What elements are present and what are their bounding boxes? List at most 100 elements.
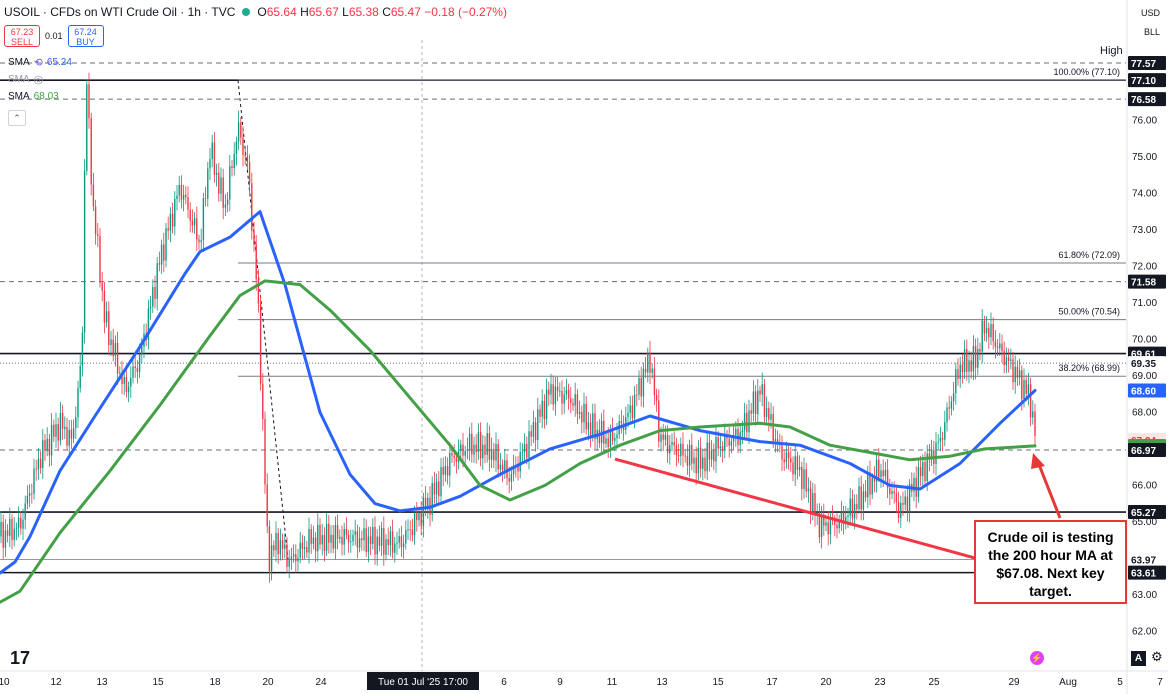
unit-label[interactable]: BLL (1144, 27, 1160, 37)
candle-body (651, 368, 653, 373)
candle-body (977, 348, 979, 368)
candle-body (325, 523, 328, 552)
candle-body (90, 118, 92, 185)
candle-body (402, 543, 405, 548)
y-tick-label: 68.00 (1132, 407, 1157, 418)
candle-body (400, 536, 403, 548)
candle-body (666, 434, 669, 454)
candle-body (554, 386, 557, 405)
auto-scale-button[interactable]: A (1131, 651, 1146, 666)
candle-body (528, 431, 530, 458)
candle-body (792, 462, 794, 475)
candle-body (963, 349, 966, 372)
indicator-sma-1[interactable]: SMA ⟲ 65.24 (8, 56, 72, 69)
candle-body (658, 400, 660, 442)
candle-body (242, 137, 244, 155)
candle-body (321, 535, 323, 545)
candle-body (941, 438, 944, 440)
candle-body (103, 290, 106, 323)
candle-body (482, 444, 484, 459)
candle-body (123, 376, 125, 384)
candle-body (189, 209, 191, 221)
candle-body (154, 286, 156, 299)
candle-body (570, 398, 572, 404)
candle-body (310, 529, 312, 544)
candle-body (763, 384, 766, 417)
price-tag-label: 69.35 (1131, 359, 1156, 370)
candle-body (633, 394, 636, 418)
y-tick-label: 62.00 (1132, 626, 1157, 637)
indicator-sma-3[interactable]: SMA 68.03 (8, 91, 59, 102)
candle-body (209, 159, 211, 169)
candle-body (653, 368, 656, 396)
candle-body (431, 482, 433, 515)
candle-body (48, 438, 51, 456)
candle-body (897, 502, 900, 518)
candle-body (275, 533, 277, 551)
spark-icon[interactable]: ⚡ (1030, 651, 1044, 665)
candle-body (662, 434, 664, 440)
candle-body (715, 437, 717, 462)
candle-body (1034, 411, 1036, 437)
currency-label[interactable]: USD (1141, 8, 1160, 18)
candle-body (484, 444, 486, 455)
candle-body (215, 172, 218, 175)
candle-body (125, 376, 128, 393)
candle-body (229, 166, 231, 200)
candle-body (996, 346, 999, 349)
candle-body (1014, 366, 1016, 383)
x-tick-label: 13 (96, 677, 108, 688)
candle-body (231, 166, 233, 168)
candle-body (990, 324, 992, 338)
candle-body (917, 467, 920, 497)
candle-body (765, 408, 768, 417)
candle-body (475, 444, 477, 452)
candle-body (501, 464, 504, 471)
indicator-sma-2[interactable]: SMA ◎ (8, 73, 43, 86)
candle-body (759, 390, 761, 395)
candle-body (385, 539, 387, 555)
collapse-indicators-chevron-icon[interactable]: ⌃ (8, 110, 26, 126)
candle-body (774, 439, 777, 441)
candle-body (0, 522, 2, 537)
candle-body (130, 377, 132, 387)
candle-body (374, 526, 376, 555)
candle-body (136, 368, 139, 373)
high-label: High (1100, 45, 1123, 57)
market-status-icon (242, 8, 251, 16)
candle-body (391, 531, 394, 553)
candle-body (301, 542, 304, 549)
candle-body (785, 452, 788, 462)
candle-body (699, 447, 702, 469)
symbol-title[interactable]: USOIL · CFDs on WTI Crude Oil · 1h · TVC (4, 5, 235, 19)
candle-body (673, 442, 675, 446)
candle-body (589, 422, 592, 437)
gear-icon[interactable]: ⚙ (1151, 649, 1163, 665)
candle-body (66, 426, 68, 446)
candle-body (72, 428, 75, 439)
candle-body (299, 542, 301, 558)
candle-body (631, 405, 634, 418)
candle-body (713, 450, 715, 462)
candle-body (878, 459, 880, 478)
candle-body (279, 540, 282, 555)
candle-body (488, 433, 491, 460)
candle-body (35, 468, 37, 470)
hidden-eye-icon[interactable]: ◎ (34, 73, 44, 86)
candle-body (972, 345, 975, 372)
candle-body (1032, 411, 1034, 418)
candle-body (697, 447, 700, 474)
candle-body (1012, 359, 1014, 383)
annotation-box: Crude oil is testing the 200 hour MA at … (974, 520, 1127, 604)
candle-body (1016, 366, 1019, 378)
buy-button[interactable]: 67.24 BUY (67, 25, 104, 47)
sell-button[interactable]: 67.23 SELL (4, 25, 40, 47)
candle-body (783, 459, 785, 462)
x-tick-label: Aug (1059, 677, 1077, 688)
candle-body (523, 443, 526, 452)
candle-body (464, 450, 466, 456)
settings-icon[interactable]: ⟲ (34, 56, 43, 69)
annotation-arrowhead (1031, 453, 1045, 469)
candle-body (319, 524, 321, 545)
candle-body (871, 477, 873, 495)
